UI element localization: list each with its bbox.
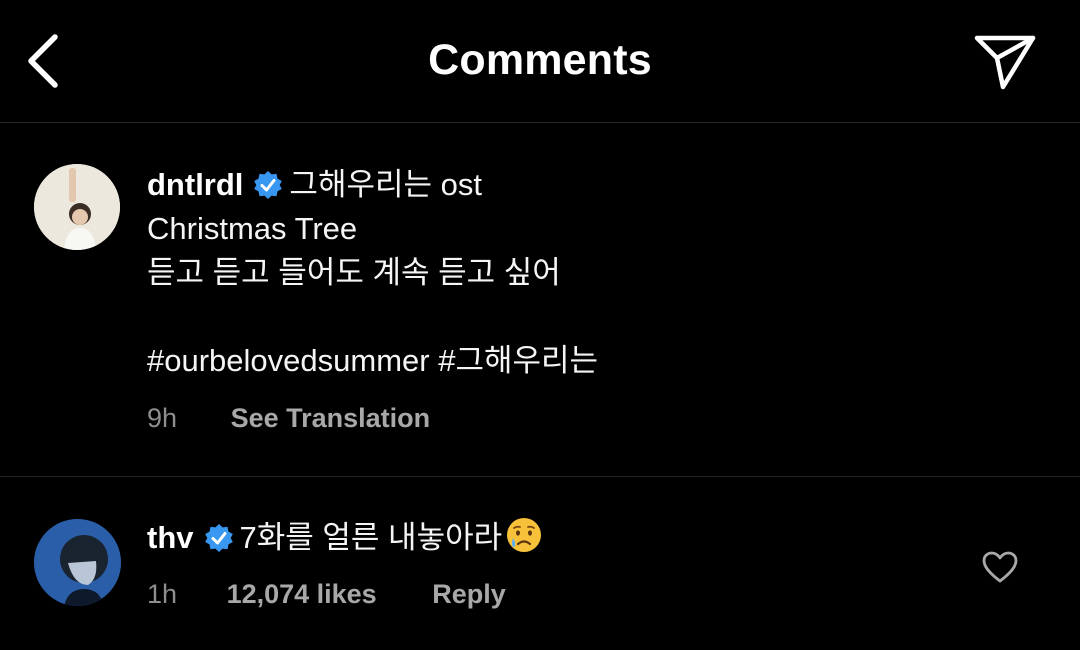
like-button[interactable]: [982, 551, 1022, 587]
caption-text-line-1: 그해우리는 ost: [289, 167, 482, 202]
header-bar: Comments: [0, 0, 1080, 123]
caption-hashtags[interactable]: #ourbelovedsummer #그해우리는: [147, 339, 598, 383]
comment-text: thv 7화를 얼른 내놓아라: [147, 516, 543, 560]
caption-comment: dntlrdl 그해우리는 ost Christmas Tree 듣고 듣고 들…: [0, 123, 1080, 477]
comment-time: 1h: [147, 579, 178, 609]
profile-photo-icon: [34, 519, 121, 606]
caption-time: 9h: [147, 403, 178, 433]
comment-message: 7화를 얼른 내놓아라: [239, 520, 503, 555]
caption-meta: 9h See Translation: [147, 403, 430, 434]
see-translation-button[interactable]: See Translation: [231, 403, 431, 434]
heart-icon: [982, 551, 1018, 583]
caption-username[interactable]: dntlrdl: [147, 167, 243, 202]
comment-username[interactable]: thv: [147, 520, 194, 555]
reply-button[interactable]: Reply: [432, 579, 506, 610]
crying-face-emoji-icon: [507, 518, 542, 552]
caption-text-line-2: Christmas Tree: [147, 211, 358, 246]
caption-text-line-3: 듣고 듣고 들어도 계속 듣고 싶어: [147, 255, 561, 290]
avatar[interactable]: [34, 519, 121, 606]
page-title: Comments: [428, 36, 652, 84]
profile-photo-icon: [34, 164, 120, 250]
comment-meta: 1h 12,074 likes Reply: [147, 579, 506, 610]
send-button[interactable]: [970, 28, 1040, 94]
paper-plane-icon: [974, 35, 1036, 90]
comment-row: thv 7화를 얼른 내놓아라 1h 12,074 likes Reply: [0, 477, 1080, 650]
verified-badge-icon: [254, 171, 283, 199]
verified-badge-icon: [204, 524, 233, 552]
caption-text: dntlrdl 그해우리는 ost Christmas Tree 듣고 듣고 들…: [147, 163, 598, 383]
avatar[interactable]: [34, 164, 120, 250]
likes-count[interactable]: 12,074 likes: [227, 579, 377, 610]
